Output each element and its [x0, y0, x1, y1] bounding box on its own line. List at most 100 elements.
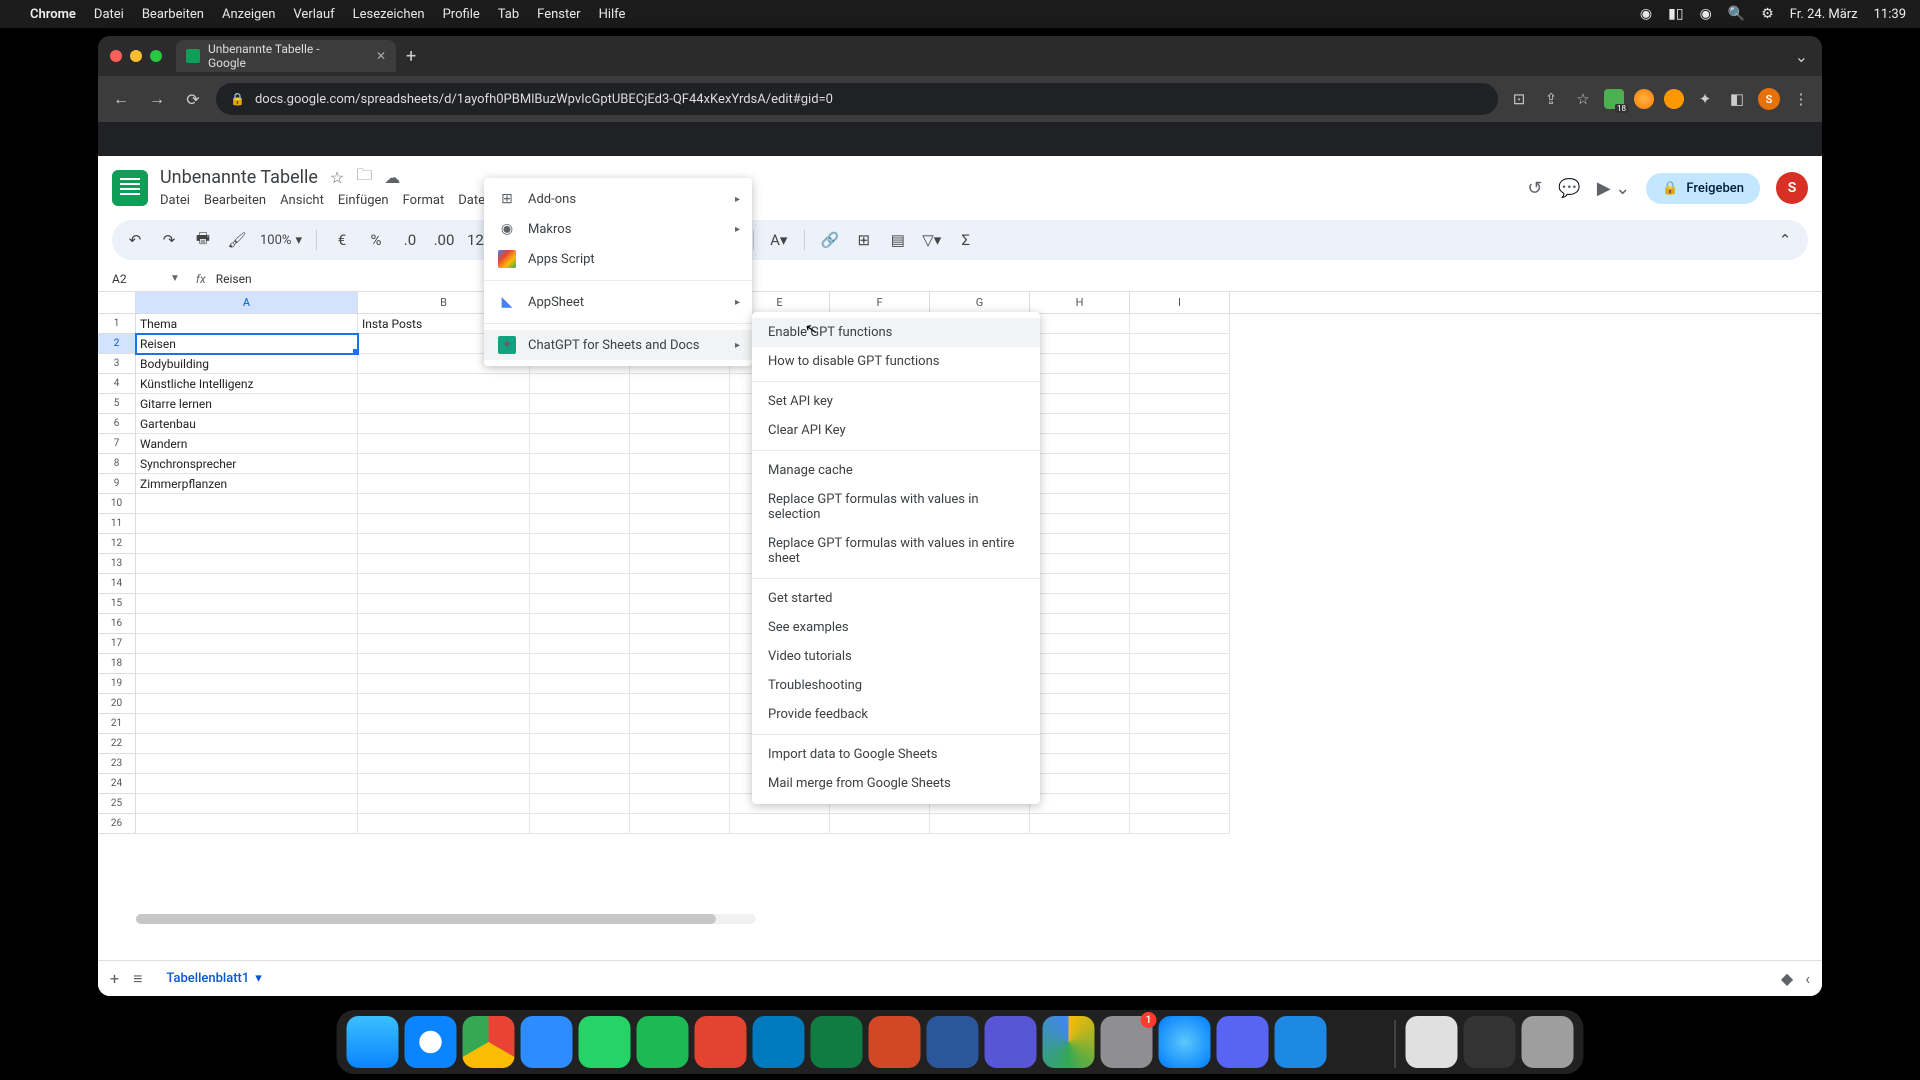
omnibox[interactable]: 🔒 docs.google.com/spreadsheets/d/1ayofh0…: [216, 83, 1498, 115]
sheet-tab-menu-icon[interactable]: ▾: [255, 971, 262, 986]
google-lens-icon[interactable]: ⊡: [1508, 88, 1530, 110]
row-header[interactable]: 19: [98, 674, 136, 694]
menubar-item[interactable]: Lesezeichen: [353, 7, 425, 22]
browser-tab[interactable]: Unbenannte Tabelle - Google ✕: [176, 40, 396, 72]
cell[interactable]: [136, 634, 358, 654]
cell[interactable]: [530, 554, 630, 574]
paint-format-button[interactable]: 🖌: [226, 231, 248, 249]
cell[interactable]: [1130, 454, 1230, 474]
row-header[interactable]: 18: [98, 654, 136, 674]
row-header[interactable]: 5: [98, 394, 136, 414]
cell[interactable]: [1130, 374, 1230, 394]
dock-mission-control[interactable]: [1464, 1016, 1516, 1068]
row-header[interactable]: 21: [98, 714, 136, 734]
submenu-item[interactable]: Set API key: [752, 387, 1040, 416]
cell[interactable]: [630, 494, 730, 514]
cell[interactable]: [1030, 474, 1130, 494]
cell[interactable]: [530, 734, 630, 754]
dock-powerpoint[interactable]: [869, 1016, 921, 1068]
col-header-F[interactable]: F: [830, 292, 930, 313]
submenu-item[interactable]: Import data to Google Sheets: [752, 740, 1040, 769]
row-header[interactable]: 3: [98, 354, 136, 374]
cell[interactable]: [358, 474, 530, 494]
cell[interactable]: [136, 714, 358, 734]
reload-button[interactable]: ⟳: [180, 90, 206, 109]
cell[interactable]: [1030, 754, 1130, 774]
cell[interactable]: [630, 514, 730, 534]
cell[interactable]: [1130, 674, 1230, 694]
cell[interactable]: [1130, 474, 1230, 494]
row-header[interactable]: 14: [98, 574, 136, 594]
cell[interactable]: [1030, 794, 1130, 814]
cell[interactable]: [630, 374, 730, 394]
menubar-item[interactable]: Fenster: [537, 7, 580, 22]
cell[interactable]: [630, 534, 730, 554]
cell[interactable]: [1130, 354, 1230, 374]
functions-button[interactable]: Σ: [955, 231, 977, 249]
cell[interactable]: [358, 814, 530, 834]
cell[interactable]: [136, 694, 358, 714]
row-header[interactable]: 11: [98, 514, 136, 534]
cell[interactable]: [1130, 434, 1230, 454]
menu-item-chatgpt[interactable]: ✦ ChatGPT for Sheets and Docs▸: [484, 330, 752, 360]
cell[interactable]: [630, 394, 730, 414]
dock-preview[interactable]: [1406, 1016, 1458, 1068]
meet-icon[interactable]: ▶ ⌄: [1597, 178, 1630, 199]
dock-quicktime[interactable]: [1275, 1016, 1327, 1068]
cell[interactable]: [630, 474, 730, 494]
cell[interactable]: [630, 734, 730, 754]
row-header[interactable]: 22: [98, 734, 136, 754]
cell[interactable]: [1030, 554, 1130, 574]
row-header[interactable]: 1: [98, 314, 136, 334]
cell[interactable]: [136, 774, 358, 794]
cell[interactable]: [630, 554, 730, 574]
cell[interactable]: [136, 814, 358, 834]
cell[interactable]: [358, 774, 530, 794]
cell[interactable]: [1130, 714, 1230, 734]
menubar-item[interactable]: Datei: [94, 7, 124, 22]
chart-button[interactable]: ▤: [887, 231, 909, 249]
cell[interactable]: [136, 554, 358, 574]
cell[interactable]: [1130, 414, 1230, 434]
cell[interactable]: [630, 434, 730, 454]
extensions-puzzle-icon[interactable]: ✦: [1694, 88, 1716, 110]
menubar-item[interactable]: Hilfe: [599, 7, 626, 22]
dock-todoist[interactable]: [695, 1016, 747, 1068]
extension-icon[interactable]: [1634, 89, 1654, 109]
row-header[interactable]: 10: [98, 494, 136, 514]
cell[interactable]: Wandern: [136, 434, 358, 454]
cell[interactable]: [136, 794, 358, 814]
row-header[interactable]: 12: [98, 534, 136, 554]
move-icon[interactable]: 🗀: [356, 164, 372, 191]
submenu-item[interactable]: See examples: [752, 613, 1040, 642]
cell[interactable]: [1030, 434, 1130, 454]
submenu-item[interactable]: Enable GPT functions: [752, 318, 1040, 347]
profile-avatar[interactable]: S: [1758, 88, 1780, 110]
cell[interactable]: [358, 514, 530, 534]
menu-format[interactable]: Format: [403, 193, 445, 212]
row-header[interactable]: 4: [98, 374, 136, 394]
cell[interactable]: [136, 534, 358, 554]
dock-excel[interactable]: [811, 1016, 863, 1068]
cell[interactable]: [136, 754, 358, 774]
row-header[interactable]: 9: [98, 474, 136, 494]
decrease-decimal-button[interactable]: .0: [399, 231, 421, 249]
cell[interactable]: [830, 814, 930, 834]
cell[interactable]: [1030, 394, 1130, 414]
cell[interactable]: [1030, 534, 1130, 554]
cell[interactable]: [1030, 494, 1130, 514]
col-header-G[interactable]: G: [930, 292, 1030, 313]
cell[interactable]: [358, 494, 530, 514]
cell[interactable]: [1130, 634, 1230, 654]
cell[interactable]: [1030, 774, 1130, 794]
cell[interactable]: [358, 374, 530, 394]
cell[interactable]: [530, 474, 630, 494]
cell[interactable]: [530, 754, 630, 774]
cell[interactable]: Gitarre lernen: [136, 394, 358, 414]
cell[interactable]: [1130, 514, 1230, 534]
cell[interactable]: [630, 414, 730, 434]
horizontal-scrollbar[interactable]: [136, 914, 756, 924]
row-header[interactable]: 17: [98, 634, 136, 654]
cell[interactable]: [136, 674, 358, 694]
dock-settings[interactable]: [1101, 1016, 1153, 1068]
